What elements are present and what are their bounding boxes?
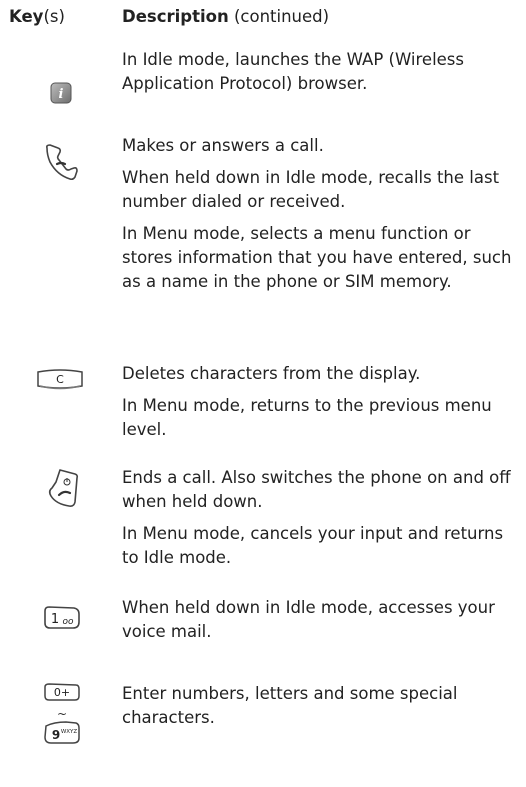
svg-text:WXYZ: WXYZ: [61, 729, 78, 735]
clear-c-key-icon: C: [37, 369, 83, 390]
svg-text:i: i: [59, 87, 64, 102]
voicemail-1-key-icon: 1 oo: [44, 606, 80, 629]
number-keys-range-icon: 0+ ~ 9 WXYZ: [44, 683, 80, 744]
wap-info-key-icon: i: [50, 82, 72, 104]
key-description: Ends a call. Also switches the phone on …: [122, 468, 511, 567]
svg-text:C: C: [56, 373, 64, 386]
svg-text:~: ~: [57, 707, 67, 721]
description-column-heading: Description (continued): [122, 7, 330, 26]
key-description: Deletes characters from the display. In …: [122, 364, 492, 439]
svg-text:9: 9: [52, 728, 60, 742]
svg-text:0+: 0+: [54, 686, 70, 699]
end-power-key-icon: [48, 469, 79, 507]
svg-text:1: 1: [51, 612, 59, 627]
send-call-key-icon: [46, 144, 78, 181]
key-description: Makes or answers a call. When held down …: [122, 136, 512, 291]
key-description: In Idle mode, launches the WAP (Wireless…: [122, 50, 464, 93]
key-description: Enter numbers, letters and some special …: [122, 684, 458, 727]
key-description: When held down in Idle mode, accesses yo…: [122, 598, 495, 641]
key-column-heading: Key(s): [9, 7, 65, 26]
svg-text:oo: oo: [62, 617, 74, 627]
